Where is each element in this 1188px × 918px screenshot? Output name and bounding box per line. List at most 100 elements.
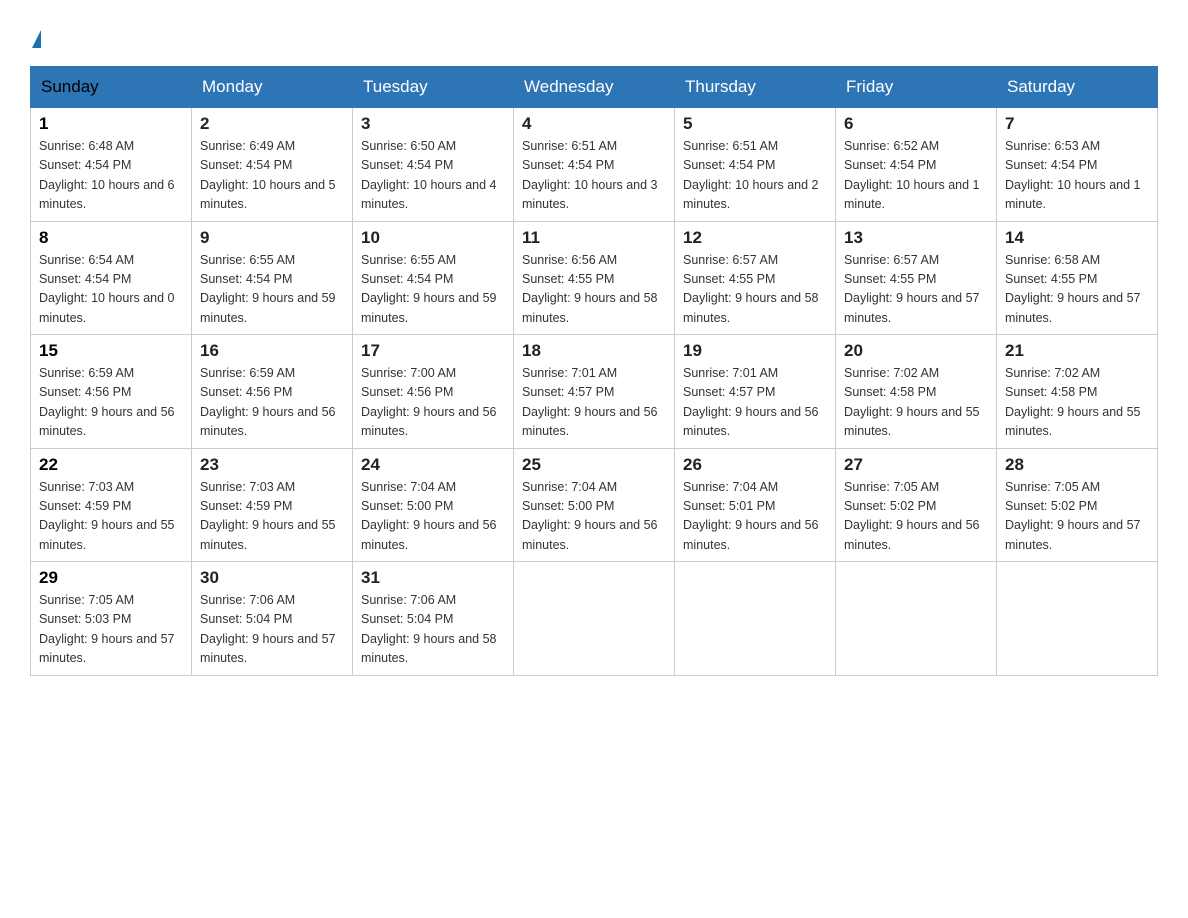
calendar-cell [675, 562, 836, 676]
day-number: 17 [361, 341, 505, 361]
day-number: 15 [39, 341, 183, 361]
day-info: Sunrise: 7:02 AMSunset: 4:58 PMDaylight:… [844, 364, 988, 442]
calendar-cell: 27Sunrise: 7:05 AMSunset: 5:02 PMDayligh… [836, 448, 997, 562]
day-number: 8 [39, 228, 183, 248]
calendar-cell [514, 562, 675, 676]
calendar-cell: 3 Sunrise: 6:50 AMSunset: 4:54 PMDaylight… [353, 108, 514, 222]
day-number: 30 [200, 568, 344, 588]
day-number: 31 [361, 568, 505, 588]
calendar-cell: 30Sunrise: 7:06 AMSunset: 5:04 PMDayligh… [192, 562, 353, 676]
day-info: Sunrise: 7:03 AMSunset: 4:59 PMDaylight:… [39, 478, 183, 556]
calendar-cell: 28 Sunrise: 7:05 AMSunset: 5:02 PMDayligh… [997, 448, 1158, 562]
day-number: 24 [361, 455, 505, 475]
day-number: 5 [683, 114, 827, 134]
day-info: Sunrise: 6:57 AMSunset: 4:55 PMDaylight:… [683, 251, 827, 329]
day-info: Sunrise: 7:04 AMSunset: 5:01 PMDaylight:… [683, 478, 827, 556]
day-info: Sunrise: 6:51 AMSunset: 4:54 PMDaylight:… [522, 137, 666, 215]
day-info: Sunrise: 6:59 AMSunset: 4:56 PMDaylight:… [39, 364, 183, 442]
weekday-header-friday: Friday [836, 67, 997, 108]
day-number: 20 [844, 341, 988, 361]
day-number: 10 [361, 228, 505, 248]
day-info: Sunrise: 6:58 AMSunset: 4:55 PMDaylight:… [1005, 251, 1149, 329]
calendar-cell: 20 Sunrise: 7:02 AMSunset: 4:58 PMDayligh… [836, 335, 997, 449]
calendar-week-row: 15 Sunrise: 6:59 AMSunset: 4:56 PMDayligh… [31, 335, 1158, 449]
calendar-cell: 10 Sunrise: 6:55 AMSunset: 4:54 PMDayligh… [353, 221, 514, 335]
calendar-cell: 4 Sunrise: 6:51 AMSunset: 4:54 PMDaylight… [514, 108, 675, 222]
day-number: 28 [1005, 455, 1149, 475]
day-info: Sunrise: 7:01 AMSunset: 4:57 PMDaylight:… [683, 364, 827, 442]
logo [30, 20, 41, 48]
calendar-cell: 17 Sunrise: 7:00 AMSunset: 4:56 PMDayligh… [353, 335, 514, 449]
day-info: Sunrise: 6:51 AMSunset: 4:54 PMDaylight:… [683, 137, 827, 215]
calendar-cell: 1Sunrise: 6:48 AMSunset: 4:54 PMDaylight… [31, 108, 192, 222]
calendar-table: SundayMondayTuesdayWednesdayThursdayFrid… [30, 66, 1158, 676]
calendar-cell: 15 Sunrise: 6:59 AMSunset: 4:56 PMDayligh… [31, 335, 192, 449]
calendar-week-row: 22 Sunrise: 7:03 AMSunset: 4:59 PMDayligh… [31, 448, 1158, 562]
calendar-week-row: 1Sunrise: 6:48 AMSunset: 4:54 PMDaylight… [31, 108, 1158, 222]
calendar-cell: 23Sunrise: 7:03 AMSunset: 4:59 PMDayligh… [192, 448, 353, 562]
calendar-cell: 29 Sunrise: 7:05 AMSunset: 5:03 PMDayligh… [31, 562, 192, 676]
day-info: Sunrise: 7:02 AMSunset: 4:58 PMDaylight:… [1005, 364, 1149, 442]
weekday-header-thursday: Thursday [675, 67, 836, 108]
day-number: 14 [1005, 228, 1149, 248]
calendar-cell: 12 Sunrise: 6:57 AMSunset: 4:55 PMDayligh… [675, 221, 836, 335]
calendar-cell: 21 Sunrise: 7:02 AMSunset: 4:58 PMDayligh… [997, 335, 1158, 449]
day-info: Sunrise: 7:04 AMSunset: 5:00 PMDaylight:… [361, 478, 505, 556]
day-number: 21 [1005, 341, 1149, 361]
day-number: 7 [1005, 114, 1149, 134]
day-info: Sunrise: 7:06 AMSunset: 5:04 PMDaylight:… [361, 591, 505, 669]
day-info: Sunrise: 7:00 AMSunset: 4:56 PMDaylight:… [361, 364, 505, 442]
header [30, 20, 1158, 48]
day-info: Sunrise: 6:52 AMSunset: 4:54 PMDaylight:… [844, 137, 988, 215]
day-info: Sunrise: 6:50 AMSunset: 4:54 PMDaylight:… [361, 137, 505, 215]
day-number: 2 [200, 114, 344, 134]
calendar-cell: 18 Sunrise: 7:01 AMSunset: 4:57 PMDayligh… [514, 335, 675, 449]
day-number: 4 [522, 114, 666, 134]
weekday-header-tuesday: Tuesday [353, 67, 514, 108]
weekday-header-row: SundayMondayTuesdayWednesdayThursdayFrid… [31, 67, 1158, 108]
weekday-header-sunday: Sunday [31, 67, 192, 108]
calendar-cell [997, 562, 1158, 676]
day-info: Sunrise: 6:55 AMSunset: 4:54 PMDaylight:… [361, 251, 505, 329]
day-number: 9 [200, 228, 344, 248]
calendar-cell: 14 Sunrise: 6:58 AMSunset: 4:55 PMDayligh… [997, 221, 1158, 335]
day-info: Sunrise: 6:56 AMSunset: 4:55 PMDaylight:… [522, 251, 666, 329]
day-info: Sunrise: 6:57 AMSunset: 4:55 PMDaylight:… [844, 251, 988, 329]
day-number: 23 [200, 455, 344, 475]
day-number: 12 [683, 228, 827, 248]
calendar-cell: 22 Sunrise: 7:03 AMSunset: 4:59 PMDayligh… [31, 448, 192, 562]
day-info: Sunrise: 7:05 AMSunset: 5:02 PMDaylight:… [1005, 478, 1149, 556]
day-number: 6 [844, 114, 988, 134]
day-info: Sunrise: 6:59 AMSunset: 4:56 PMDaylight:… [200, 364, 344, 442]
calendar-week-row: 8Sunrise: 6:54 AMSunset: 4:54 PMDaylight… [31, 221, 1158, 335]
weekday-header-monday: Monday [192, 67, 353, 108]
day-info: Sunrise: 7:01 AMSunset: 4:57 PMDaylight:… [522, 364, 666, 442]
day-number: 18 [522, 341, 666, 361]
calendar-cell: 16 Sunrise: 6:59 AMSunset: 4:56 PMDayligh… [192, 335, 353, 449]
day-number: 26 [683, 455, 827, 475]
calendar-cell: 25Sunrise: 7:04 AMSunset: 5:00 PMDayligh… [514, 448, 675, 562]
calendar-cell: 8Sunrise: 6:54 AMSunset: 4:54 PMDaylight… [31, 221, 192, 335]
calendar-cell: 5 Sunrise: 6:51 AMSunset: 4:54 PMDaylight… [675, 108, 836, 222]
calendar-cell: 26 Sunrise: 7:04 AMSunset: 5:01 PMDayligh… [675, 448, 836, 562]
day-number: 29 [39, 568, 183, 588]
day-number: 11 [522, 228, 666, 248]
day-info: Sunrise: 7:05 AMSunset: 5:02 PMDaylight:… [844, 478, 988, 556]
day-number: 16 [200, 341, 344, 361]
day-info: Sunrise: 6:48 AMSunset: 4:54 PMDaylight:… [39, 137, 183, 215]
calendar-cell [836, 562, 997, 676]
day-number: 3 [361, 114, 505, 134]
day-info: Sunrise: 6:55 AMSunset: 4:54 PMDaylight:… [200, 251, 344, 329]
day-number: 22 [39, 455, 183, 475]
day-number: 13 [844, 228, 988, 248]
calendar-cell: 31 Sunrise: 7:06 AMSunset: 5:04 PMDayligh… [353, 562, 514, 676]
day-info: Sunrise: 7:05 AMSunset: 5:03 PMDaylight:… [39, 591, 183, 669]
calendar-cell: 9 Sunrise: 6:55 AMSunset: 4:54 PMDaylight… [192, 221, 353, 335]
calendar-cell: 13 Sunrise: 6:57 AMSunset: 4:55 PMDayligh… [836, 221, 997, 335]
day-number: 19 [683, 341, 827, 361]
weekday-header-saturday: Saturday [997, 67, 1158, 108]
logo-triangle-icon [32, 30, 41, 48]
calendar-cell: 7Sunrise: 6:53 AMSunset: 4:54 PMDaylight… [997, 108, 1158, 222]
logo-line1 [30, 20, 41, 48]
day-number: 25 [522, 455, 666, 475]
